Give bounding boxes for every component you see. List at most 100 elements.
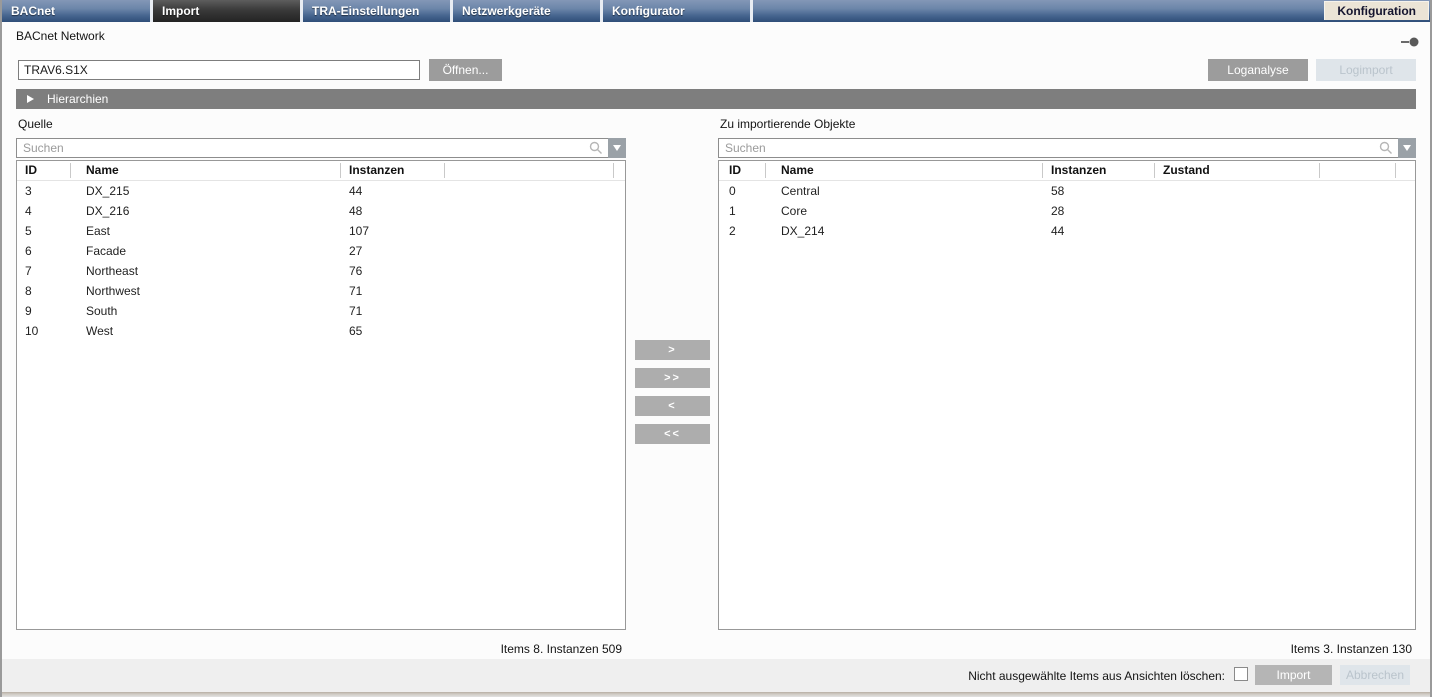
page-title: BACnet Network [16, 29, 105, 43]
table-row[interactable]: 3 DX_215 44 [17, 181, 625, 201]
table-row[interactable]: 9 South 71 [17, 301, 625, 321]
cancel-button: Abbrechen [1340, 665, 1410, 685]
window-bottom-border [2, 692, 1430, 697]
expander-arrow-icon [27, 95, 34, 103]
table-row[interactable]: 7 Northeast 76 [17, 261, 625, 281]
cell-name: DX_214 [781, 224, 825, 238]
cell-instanzen: 44 [349, 184, 363, 198]
tab-konfiguration[interactable]: Konfiguration [1324, 1, 1429, 20]
tab-bacnet[interactable]: BACnet [2, 0, 150, 22]
cell-id: 6 [25, 244, 32, 258]
column-header-name[interactable]: Name [71, 163, 341, 178]
chevron-down-icon [613, 145, 621, 151]
cell-instanzen: 71 [349, 284, 363, 298]
column-header-name[interactable]: Name [766, 163, 1043, 178]
table-row[interactable]: 2 DX_214 44 [719, 221, 1415, 241]
cell-name: East [86, 224, 111, 238]
add-all-button[interactable]: >> [635, 368, 710, 388]
cell-instanzen: 76 [349, 264, 363, 278]
tab-netzwerkgeraete[interactable]: Netzwerkgeräte [450, 0, 600, 22]
cell-id: 1 [729, 204, 736, 218]
tab-tra-einstellungen[interactable]: TRA-Einstellungen [300, 0, 450, 22]
cell-name: Facade [86, 244, 127, 258]
cell-id: 4 [25, 204, 32, 218]
cell-name: Northeast [86, 264, 139, 278]
target-search-row [718, 138, 1416, 158]
cell-name: DX_216 [86, 204, 130, 218]
cell-name: Northwest [86, 284, 141, 298]
hierarchies-label: Hierarchien [47, 92, 109, 106]
bacnet-import-window: BACnet Import TRA-Einstellungen Netzwerk… [0, 0, 1432, 697]
remove-all-button[interactable]: << [635, 424, 710, 444]
open-button[interactable]: Öffnen... [429, 59, 502, 81]
column-header-zustand[interactable]: Zustand [1155, 163, 1320, 178]
pin-icon[interactable] [1400, 34, 1420, 47]
table-row[interactable]: 8 Northwest 71 [17, 281, 625, 301]
cell-id: 8 [25, 284, 32, 298]
cell-name: Central [781, 184, 820, 198]
table-row[interactable]: 0 Central 58 [719, 181, 1415, 201]
cell-name: DX_215 [86, 184, 130, 198]
logimport-button: Logimport [1316, 59, 1416, 81]
table-row[interactable]: 1 Core 28 [719, 201, 1415, 221]
hierarchies-bar[interactable]: Hierarchien [16, 89, 1416, 109]
source-search-dropdown-button[interactable] [608, 138, 626, 158]
cell-instanzen: 27 [349, 244, 363, 258]
cell-instanzen: 48 [349, 204, 363, 218]
target-table: ID Name Instanzen Zustand 0 Central 58 1… [718, 160, 1416, 630]
column-header-empty [1320, 163, 1396, 178]
cell-name: Core [781, 204, 808, 218]
target-search-input[interactable] [718, 138, 1398, 158]
table-row[interactable]: 6 Facade 27 [17, 241, 625, 261]
target-panel-title: Zu importierende Objekte [720, 117, 856, 131]
column-header-id[interactable]: ID [17, 163, 71, 178]
column-header-id[interactable]: ID [719, 163, 766, 178]
chevron-down-icon [1403, 145, 1411, 151]
tab-konfigurator[interactable]: Konfigurator [600, 0, 750, 22]
table-row[interactable]: 5 East 107 [17, 221, 625, 241]
column-header-instanzen[interactable]: Instanzen [1043, 163, 1155, 178]
cell-instanzen: 71 [349, 304, 363, 318]
table-row[interactable]: 4 DX_216 48 [17, 201, 625, 221]
search-icon [589, 141, 603, 155]
cell-name: West [86, 324, 114, 338]
cell-instanzen: 65 [349, 324, 363, 338]
remove-selected-button[interactable]: < [635, 396, 710, 416]
main-tabbar: BACnet Import TRA-Einstellungen Netzwerk… [2, 0, 1430, 22]
column-header-strip [1396, 163, 1415, 178]
table-row[interactable]: 10 West 65 [17, 321, 625, 341]
source-table: ID Name Instanzen 3 DX_215 44 4 DX_216 4… [16, 160, 626, 630]
source-items-count: Items 8. Instanzen 509 [500, 642, 622, 656]
tabbar-filler [750, 0, 1324, 22]
page-header: BACnet Network [2, 22, 1430, 50]
cell-instanzen: 107 [349, 224, 370, 238]
target-table-header: ID Name Instanzen Zustand [719, 161, 1415, 181]
source-table-header: ID Name Instanzen [17, 161, 625, 181]
cell-id: 10 [25, 324, 39, 338]
cell-name: South [86, 304, 118, 318]
add-selected-button[interactable]: > [635, 340, 710, 360]
column-header-instanzen[interactable]: Instanzen [341, 163, 445, 178]
cell-id: 2 [729, 224, 736, 238]
target-search-dropdown-button[interactable] [1398, 138, 1416, 158]
source-search-row [16, 138, 626, 158]
target-items-count: Items 3. Instanzen 130 [1290, 642, 1412, 656]
tab-import[interactable]: Import [150, 0, 300, 22]
source-panel-title: Quelle [18, 117, 53, 131]
file-name-input[interactable] [18, 60, 420, 80]
delete-unselected-checkbox[interactable] [1234, 667, 1248, 681]
search-icon [1379, 141, 1393, 155]
column-header-empty [445, 163, 614, 178]
cell-instanzen: 58 [1051, 184, 1065, 198]
loganalyse-button[interactable]: Loganalyse [1208, 59, 1308, 81]
cell-id: 9 [25, 304, 32, 318]
cell-id: 3 [25, 184, 32, 198]
cell-instanzen: 44 [1051, 224, 1065, 238]
cell-instanzen: 28 [1051, 204, 1065, 218]
delete-unselected-label: Nicht ausgewählte Items aus Ansichten lö… [968, 669, 1225, 683]
cell-id: 7 [25, 264, 32, 278]
cell-id: 5 [25, 224, 32, 238]
source-search-input[interactable] [16, 138, 608, 158]
cell-id: 0 [729, 184, 736, 198]
import-button[interactable]: Import [1255, 665, 1332, 685]
